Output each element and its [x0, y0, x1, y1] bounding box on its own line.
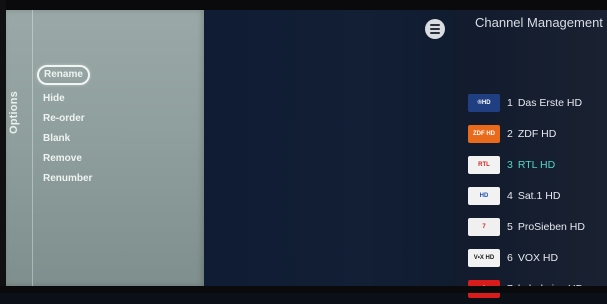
channel-row[interactable]: V•X HD 6 VOX HD — [468, 242, 585, 273]
channel-number: 1 — [507, 96, 513, 109]
bezel-top — [0, 0, 607, 10]
page-title: Channel Management — [475, 15, 603, 30]
hamburger-menu-icon[interactable] — [425, 19, 445, 39]
channel-list: ®HD 1 Das Erste HD ZDF HD 2 ZDF HD RTL 3 RTL HD H… — [468, 87, 585, 304]
channel-row[interactable]: ZDF HD 2 ZDF HD — [468, 118, 585, 149]
options-panel — [6, 10, 204, 286]
channel-logo-icon: RTL — [468, 155, 500, 174]
channel-row[interactable]: 7 5 ProSieben HD — [468, 211, 585, 242]
channel-logo-icon: ZDF HD — [468, 124, 500, 143]
menu-item-renumber[interactable]: Renumber — [37, 169, 98, 189]
channel-number: 6 — [507, 251, 513, 264]
channel-name: VOX HD — [517, 251, 559, 264]
channel-name: ZDF HD — [517, 127, 557, 140]
channel-number: 2 — [507, 127, 513, 140]
channel-logo-icon: HD — [468, 186, 500, 205]
channel-name: ProSieben HD — [517, 220, 585, 233]
options-rail: Options — [6, 10, 33, 286]
options-menu: Rename Hide Re-order Blank Remove Renumb… — [37, 64, 98, 189]
channel-logo-icon: ®HD — [468, 93, 500, 112]
channel-row[interactable]: RTL 3 RTL HD — [468, 149, 585, 180]
channel-number: 4 — [507, 189, 513, 202]
channel-number: 3 — [507, 158, 513, 171]
menu-item-remove[interactable]: Remove — [37, 149, 98, 169]
menu-item-blank[interactable]: Blank — [37, 129, 98, 149]
channel-row[interactable]: HD 4 Sat.1 HD — [468, 180, 585, 211]
channel-name: Sat.1 HD — [517, 189, 561, 202]
channel-logo-icon: 7 — [468, 217, 500, 236]
bezel-bottom — [0, 286, 607, 293]
options-title: Options — [8, 91, 20, 134]
channel-name: Das Erste HD — [517, 96, 583, 109]
channel-row[interactable]: ®HD 1 Das Erste HD — [468, 87, 585, 118]
channel-logo-icon: V•X HD — [468, 248, 500, 267]
channel-name: RTL HD — [517, 158, 556, 171]
menu-item-hide[interactable]: Hide — [37, 89, 98, 109]
menu-item-reorder[interactable]: Re-order — [37, 109, 98, 129]
menu-item-rename[interactable]: Rename — [37, 65, 90, 85]
channel-number: 5 — [507, 220, 513, 233]
